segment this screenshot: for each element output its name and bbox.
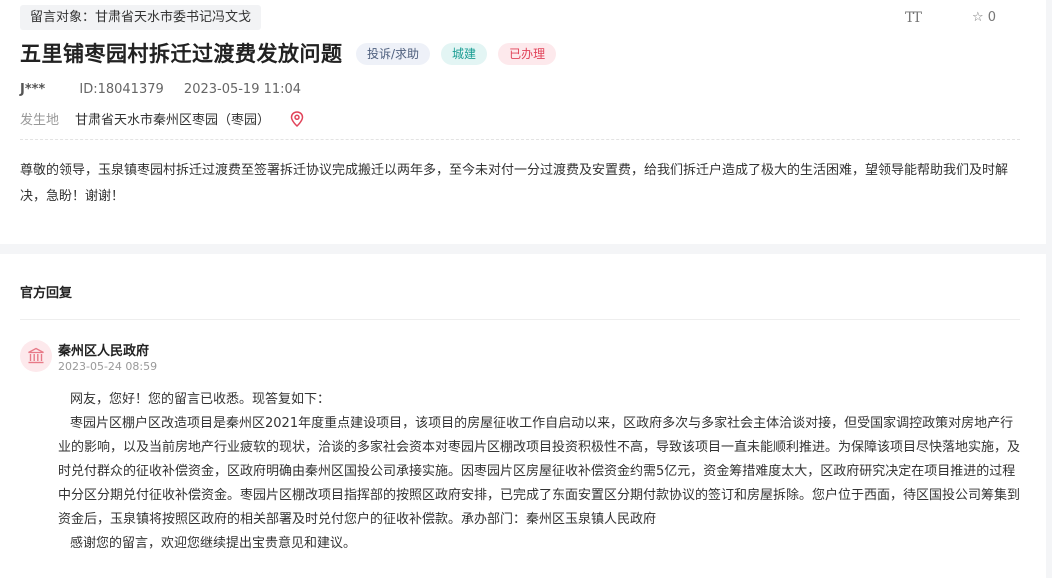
reply-section-title: 官方回复 (20, 286, 73, 301)
reply-paragraph: 网友，您好！您的留言已收悉。现答复如下： (70, 392, 331, 407)
message-card: 留言对象：甘肃省天水市委书记冯文戈 TT ☆ 0 五里铺枣园村拆迁过渡费发放问题… (0, 0, 1046, 244)
message-meta: J*** ID:18041379 2023-05-19 11:04 (20, 82, 301, 97)
message-datetime: 2023-05-19 11:04 (183, 82, 302, 97)
message-target-tag: 留言对象：甘肃省天水市委书记冯文戈 (20, 5, 262, 30)
page-title: 五里铺枣园村拆迁过渡费发放问题 (20, 42, 343, 66)
reply-body: 网友，您好！您的留言已收悉。现答复如下： 枣园片区棚户区改造项目是秦州区2021… (58, 388, 1022, 556)
favorite-button[interactable]: ☆ 0 (972, 10, 996, 25)
reply-org-name: 秦州区人民政府 (58, 344, 150, 359)
category-badge: 城建 (441, 43, 488, 65)
reply-date: 2023-05-24 08:59 (58, 360, 158, 373)
government-building-icon (20, 340, 52, 372)
type-badge: 投诉/求助 (356, 43, 431, 65)
reply-paragraph: 感谢您的留言，欢迎您继续提出宝贵意见和建议。 (70, 536, 357, 551)
location-row: 发生地 甘肃省天水市秦州区枣园（枣园） (20, 109, 304, 128)
message-content: 尊敬的领导，玉泉镇枣园村拆迁过渡费至签署拆迁协议完成搬迁以两年多，至今未对付一分… (20, 163, 1009, 204)
reply-paragraph: 枣园片区棚户区改造项目是秦州区2021年度重点建设项目，该项目的房屋征收工作自启… (58, 416, 1021, 527)
font-size-icon[interactable]: TT (905, 10, 922, 26)
location-label: 发生地 (20, 113, 60, 128)
message-id: ID:18041379 (79, 82, 164, 97)
author-name: J*** (20, 82, 46, 97)
badge-group: 投诉/求助 城建 已办理 (356, 43, 557, 65)
star-count: 0 (987, 10, 997, 25)
content-divider (20, 139, 1020, 140)
location-pin-icon[interactable] (290, 110, 304, 127)
status-badge: 已办理 (498, 43, 557, 65)
official-reply-card: 官方回复 秦州区人民政府 2023-05-24 08:59 网友，您好！您的留言… (0, 254, 1046, 578)
location-value: 甘肃省天水市秦州区枣园（枣园） (75, 113, 271, 128)
star-icon: ☆ (972, 10, 984, 25)
reply-divider (20, 319, 1020, 320)
